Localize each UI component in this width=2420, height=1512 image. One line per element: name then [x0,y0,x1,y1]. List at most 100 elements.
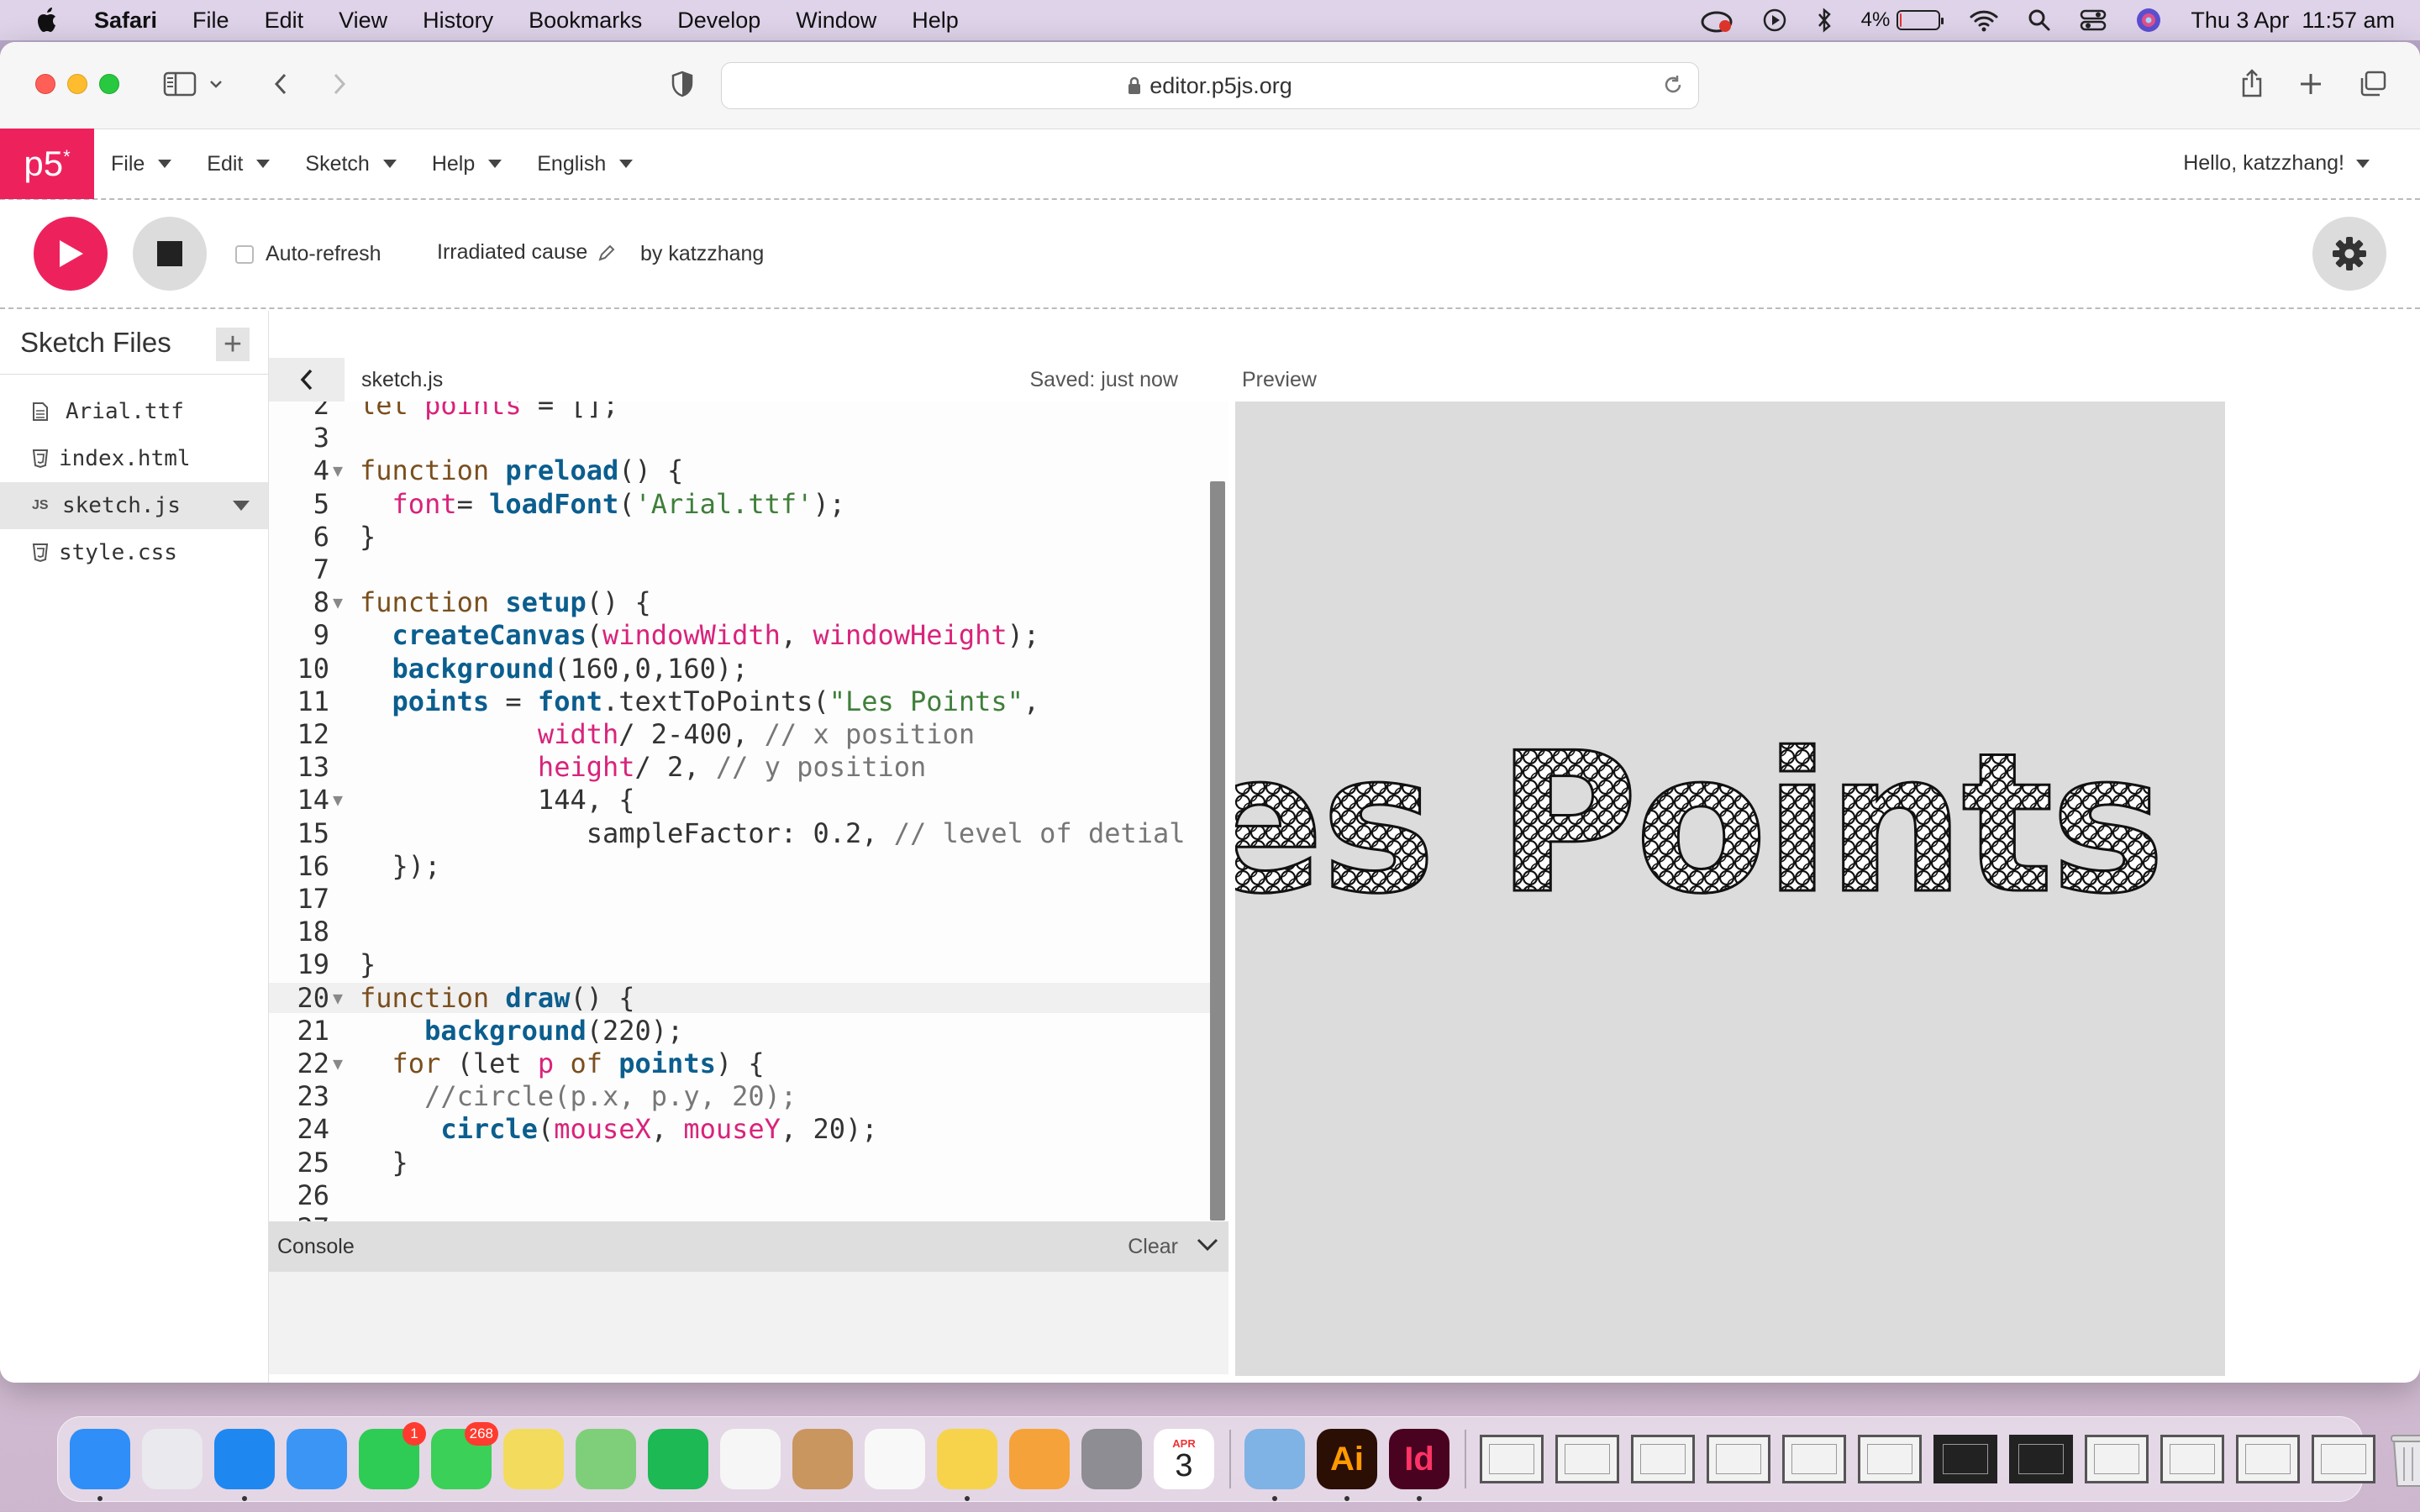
code-line[interactable]: 3 [269,423,1210,453]
fold-arrow-icon[interactable]: ▼ [333,1048,343,1079]
chevron-down-icon[interactable] [203,64,229,104]
code-line[interactable]: 27 [269,1213,1210,1221]
stickies-icon[interactable] [503,1429,564,1489]
minimized-window-thumbnail[interactable] [2312,1435,2375,1483]
back-arrow-icon[interactable] [260,64,301,104]
code-line[interactable]: 8 ▼ function setup() { [269,587,1210,617]
file-options-caret-icon[interactable] [233,501,250,511]
file-item-index[interactable]: index.html [0,435,268,482]
preview-icon[interactable] [1244,1429,1305,1501]
illustrator-icon[interactable]: Ai [1317,1429,1377,1501]
pencil-icon[interactable] [597,244,616,262]
console-collapse-icon[interactable] [1195,1231,1220,1263]
code-line[interactable]: 19} [269,949,1210,979]
facetime-icon[interactable]: 1 [359,1422,426,1489]
minimized-window-thumbnail[interactable] [2085,1435,2149,1483]
settings-icon[interactable] [1081,1429,1142,1489]
share-icon[interactable] [2232,64,2272,104]
code-line[interactable]: 23 //circle(p.x, p.y, 20); [269,1081,1210,1111]
minimized-window-thumbnail[interactable] [1555,1435,1619,1483]
stop-button[interactable] [133,217,207,291]
code-line[interactable]: 6} [269,522,1210,552]
auto-refresh-checkbox[interactable] [235,244,254,264]
minimize-window-button[interactable] [67,74,87,94]
user-menu[interactable]: Hello, katzzhang! [2183,151,2370,176]
trash-icon[interactable] [2387,1429,2420,1489]
privacy-shield-icon[interactable] [662,64,702,104]
bluetooth-icon[interactable] [1816,8,1833,33]
sidebar-toggle-icon[interactable] [160,64,200,104]
code-line[interactable]: 15 sampleFactor: 0.2, // level of detial [269,818,1210,848]
creative-cloud-icon[interactable] [1700,8,1733,33]
nav-menu-edit[interactable]: Edit [207,152,271,176]
code-line[interactable]: 16 }); [269,851,1210,881]
code-line[interactable]: 7 [269,554,1210,585]
indesign-icon[interactable]: Id [1389,1429,1449,1501]
pages-icon[interactable] [1009,1429,1070,1489]
code-line[interactable]: 20 ▼ function draw() { [269,982,1210,1013]
apple-icon[interactable] [35,6,60,34]
code-line[interactable]: 14 ▼ 144, { [269,785,1210,815]
fold-arrow-icon[interactable]: ▼ [333,983,343,1013]
auto-refresh-toggle[interactable]: Auto-refresh [235,242,381,266]
battery-indicator[interactable]: 4% [1861,8,1944,32]
sketch-owner[interactable]: by katzzhang [640,242,764,266]
photos-icon[interactable] [720,1429,781,1489]
safari-icon[interactable] [214,1429,275,1501]
minimized-window-thumbnail[interactable] [1858,1435,1922,1483]
reload-icon[interactable] [1661,73,1685,97]
file-item-style[interactable]: style.css [0,529,268,576]
notes-icon[interactable] [937,1429,997,1501]
contacts-icon[interactable] [792,1429,853,1489]
menu-app-name[interactable]: Safari [94,8,157,34]
menu-window[interactable]: Window [796,8,876,34]
minimized-window-thumbnail[interactable] [1631,1435,1695,1483]
calendar-icon[interactable]: APR 3 [1154,1429,1214,1489]
menu-file[interactable]: File [192,8,229,34]
minimized-window-thumbnail[interactable] [2160,1435,2224,1483]
p5-logo[interactable]: p5 * [0,129,94,199]
siri-icon[interactable] [2135,7,2162,34]
nav-menu-language[interactable]: English [537,152,634,176]
messages-icon[interactable]: 268 [431,1422,498,1489]
code-line[interactable]: 4 ▼ function preload() { [269,455,1210,486]
code-line[interactable]: 17 [269,884,1210,914]
wifi-icon[interactable] [1969,8,1999,32]
menu-history[interactable]: History [423,8,493,34]
minimized-window-thumbnail[interactable] [1707,1435,1770,1483]
play-button[interactable] [34,217,108,291]
minimized-window-thumbnail[interactable] [1480,1435,1544,1483]
control-center-icon[interactable] [2080,8,2107,32]
minimized-window-thumbnail[interactable] [1933,1435,1997,1483]
sketch-preview-canvas[interactable]: es Points [1235,402,2225,1376]
code-line[interactable]: 13 height/ 2, // y position [269,752,1210,782]
forward-arrow-icon[interactable] [319,64,360,104]
code-line[interactable]: 25 } [269,1147,1210,1178]
spotify-icon[interactable] [648,1429,708,1489]
zoom-window-button[interactable] [99,74,119,94]
menu-help[interactable]: Help [912,8,959,34]
code-line[interactable]: 5 font= loadFont('Arial.ttf'); [269,489,1210,519]
code-editor[interactable]: 2 let points = []; 3 4 ▼ function preload() {… [269,402,1228,1221]
console-clear-button[interactable]: Clear [1128,1235,1178,1259]
clock[interactable]: Thu 3 Apr 11:57 am [2191,8,2395,34]
minimized-window-thumbnail[interactable] [2009,1435,2073,1483]
code-line[interactable]: 2 let points = []; [269,402,1210,420]
mail-icon[interactable] [287,1429,347,1489]
new-tab-icon[interactable] [2291,64,2331,104]
editor-file-tab[interactable]: sketch.js [361,368,443,392]
collapse-sidebar-button[interactable] [269,358,345,402]
code-line[interactable]: 12 width/ 2-400, // x position [269,719,1210,749]
address-bar[interactable]: editor.p5js.org [721,62,1699,109]
code-line[interactable]: 21 background(220); [269,1016,1210,1046]
code-line[interactable]: 22 ▼ for (let p of points) { [269,1048,1210,1079]
fold-arrow-icon[interactable]: ▼ [333,587,343,617]
close-window-button[interactable] [35,74,55,94]
finder-icon[interactable] [70,1429,130,1501]
code-line[interactable]: 24 circle(mouseX, mouseY, 20); [269,1114,1210,1144]
spotlight-search-icon[interactable] [2028,8,2051,32]
maps-icon[interactable] [576,1429,636,1489]
code-line[interactable]: 9 createCanvas(windowWidth, windowHeight… [269,620,1210,650]
nav-menu-help[interactable]: Help [432,152,502,176]
minimized-window-thumbnail[interactable] [2236,1435,2300,1483]
